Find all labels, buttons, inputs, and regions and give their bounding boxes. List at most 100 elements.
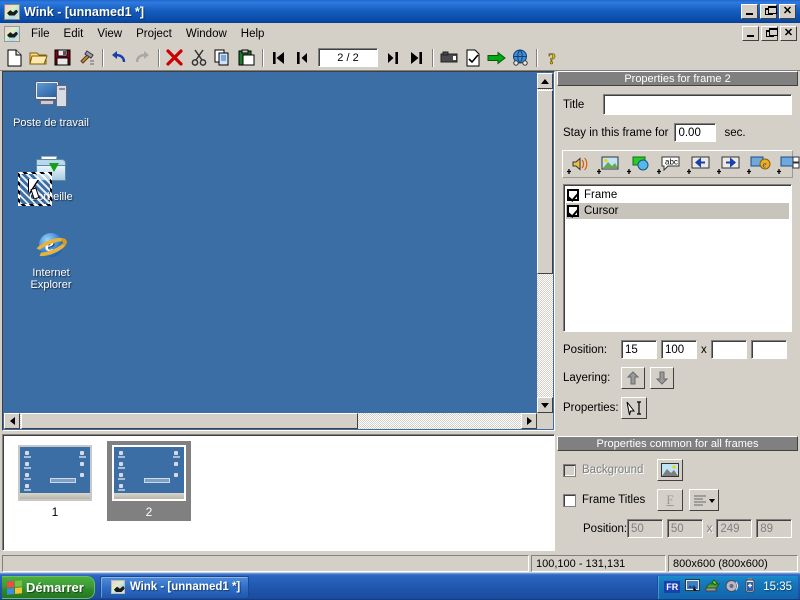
new-project-button[interactable]: [3, 47, 26, 69]
add-textbox-button[interactable]: abc: [655, 153, 682, 175]
open-project-button[interactable]: [27, 47, 50, 69]
help-button[interactable]: ?: [541, 47, 564, 69]
background-image-icon: [661, 463, 679, 477]
delete-frame-button[interactable]: [163, 47, 186, 69]
add-previous-button-button[interactable]: [685, 153, 712, 175]
add-custom-button-icon: [776, 156, 799, 174]
hscroll-thumb[interactable]: [21, 413, 358, 429]
add-next-button-button[interactable]: [715, 153, 742, 175]
mdi-minimize-button[interactable]: [742, 26, 759, 41]
undo-button[interactable]: [107, 47, 130, 69]
copy-button[interactable]: [211, 47, 234, 69]
scroll-down-button[interactable]: [537, 397, 553, 413]
start-button[interactable]: Démarrer: [2, 575, 95, 599]
add-custom-button-button[interactable]: [775, 153, 800, 175]
cursor-properties-button[interactable]: [621, 397, 647, 419]
frame-thumbnail-strip[interactable]: 1 2: [2, 434, 555, 551]
common-position-y-input[interactable]: 50: [666, 519, 703, 538]
add-image-icon: [596, 156, 618, 174]
display-settings-icon[interactable]: [685, 578, 701, 596]
frame-thumbnail-1[interactable]: 1: [13, 441, 97, 521]
cut-button[interactable]: [187, 47, 210, 69]
frame-object-list[interactable]: Frame Cursor: [563, 184, 792, 332]
chevron-down-icon: [541, 402, 549, 408]
scroll-left-button[interactable]: [4, 413, 20, 429]
add-shape-button[interactable]: [625, 153, 652, 175]
last-frame-button[interactable]: [405, 47, 428, 69]
antivirus-icon[interactable]: [705, 578, 721, 596]
browse-globe-icon: [513, 49, 528, 66]
common-position-height-input[interactable]: 89: [756, 519, 792, 538]
text-align-button[interactable]: [689, 489, 719, 511]
object-visible-checkbox[interactable]: [567, 205, 579, 217]
add-browser-link-button[interactable]: e: [745, 153, 772, 175]
menu-item-help[interactable]: Help: [234, 25, 272, 43]
position-x-input[interactable]: 15: [621, 340, 657, 359]
next-frame-button[interactable]: [381, 47, 404, 69]
battery-icon[interactable]: [745, 578, 755, 596]
object-list-item-frame[interactable]: Frame: [566, 187, 789, 203]
add-sound-button[interactable]: [565, 153, 592, 175]
render-document-button[interactable]: [461, 47, 484, 69]
wink-application-window: Wink - [unnamed1 *] ✕ File Edit View Pro…: [0, 0, 800, 600]
frame-number: 1: [51, 505, 59, 519]
frame-title-input[interactable]: [603, 94, 792, 115]
background-image-button[interactable]: [657, 459, 683, 481]
browse-button[interactable]: [509, 47, 532, 69]
cursor-object-selection[interactable]: [18, 172, 52, 206]
desktop-icon-internet-explorer[interactable]: e Internet Explorer: [11, 230, 91, 291]
render-film-icon: [440, 51, 457, 63]
add-object-toolbar: abc e: [562, 150, 799, 178]
taskbar-button-wink[interactable]: Wink - [unnamed1 *]: [99, 575, 250, 599]
restore-button[interactable]: [760, 4, 777, 19]
position-width-input[interactable]: [710, 340, 747, 359]
desktop-icon-my-computer[interactable]: Poste de travail: [11, 80, 91, 129]
minimize-button[interactable]: [741, 4, 758, 19]
add-image-button[interactable]: [595, 153, 622, 175]
scroll-up-button[interactable]: [537, 73, 553, 89]
previous-frame-button[interactable]: [291, 47, 314, 69]
menu-item-file[interactable]: File: [24, 25, 57, 43]
frame-counter[interactable]: 2 / 2: [318, 48, 378, 67]
svg-text:?: ?: [548, 51, 556, 67]
captured-desktop-image[interactable]: Poste de travail Corbeille e: [3, 72, 554, 430]
menu-item-edit[interactable]: Edit: [57, 25, 91, 43]
background-checkbox[interactable]: [563, 463, 576, 477]
language-indicator[interactable]: FR: [664, 581, 681, 593]
render-film-button[interactable]: [437, 47, 460, 69]
frame-canvas[interactable]: Poste de travail Corbeille e: [2, 71, 555, 431]
common-position-x-input[interactable]: 50: [627, 519, 663, 538]
object-list-item-cursor[interactable]: Cursor: [566, 203, 789, 219]
vscroll-thumb[interactable]: [537, 90, 553, 274]
taskbar-clock[interactable]: 15:35: [763, 581, 792, 593]
menu-item-window[interactable]: Window: [179, 25, 234, 43]
scroll-right-button[interactable]: [521, 413, 537, 429]
position-height-input[interactable]: [750, 340, 787, 359]
mdi-close-button[interactable]: ✕: [780, 26, 797, 41]
export-button[interactable]: [485, 47, 508, 69]
stay-duration-input[interactable]: 0.00: [674, 123, 717, 142]
frame-thumbnail-preview: [18, 445, 92, 501]
common-position-width-input[interactable]: 249: [716, 519, 753, 538]
layering-down-button[interactable]: [650, 367, 674, 389]
first-frame-button[interactable]: [267, 47, 290, 69]
mdi-child-icon[interactable]: [4, 25, 20, 42]
paste-button[interactable]: [235, 47, 258, 69]
canvas-horizontal-scrollbar[interactable]: [4, 413, 537, 429]
canvas-vertical-scrollbar[interactable]: [537, 73, 553, 413]
redo-icon: [135, 51, 149, 63]
build-project-button[interactable]: [75, 47, 98, 69]
layering-up-button[interactable]: [621, 367, 645, 389]
object-visible-checkbox[interactable]: [567, 189, 579, 201]
frame-thumbnail-2[interactable]: 2: [107, 441, 191, 521]
menu-item-project[interactable]: Project: [129, 25, 179, 43]
close-button[interactable]: ✕: [779, 4, 796, 19]
position-y-input[interactable]: 100: [661, 340, 697, 359]
menu-item-view[interactable]: View: [90, 25, 129, 43]
frame-titles-checkbox[interactable]: [563, 493, 576, 507]
volume-icon[interactable]: [725, 579, 740, 596]
save-project-button[interactable]: [51, 47, 74, 69]
chevron-up-icon: [541, 78, 549, 84]
mdi-restore-button[interactable]: [761, 26, 778, 41]
font-button[interactable]: F: [657, 489, 683, 511]
